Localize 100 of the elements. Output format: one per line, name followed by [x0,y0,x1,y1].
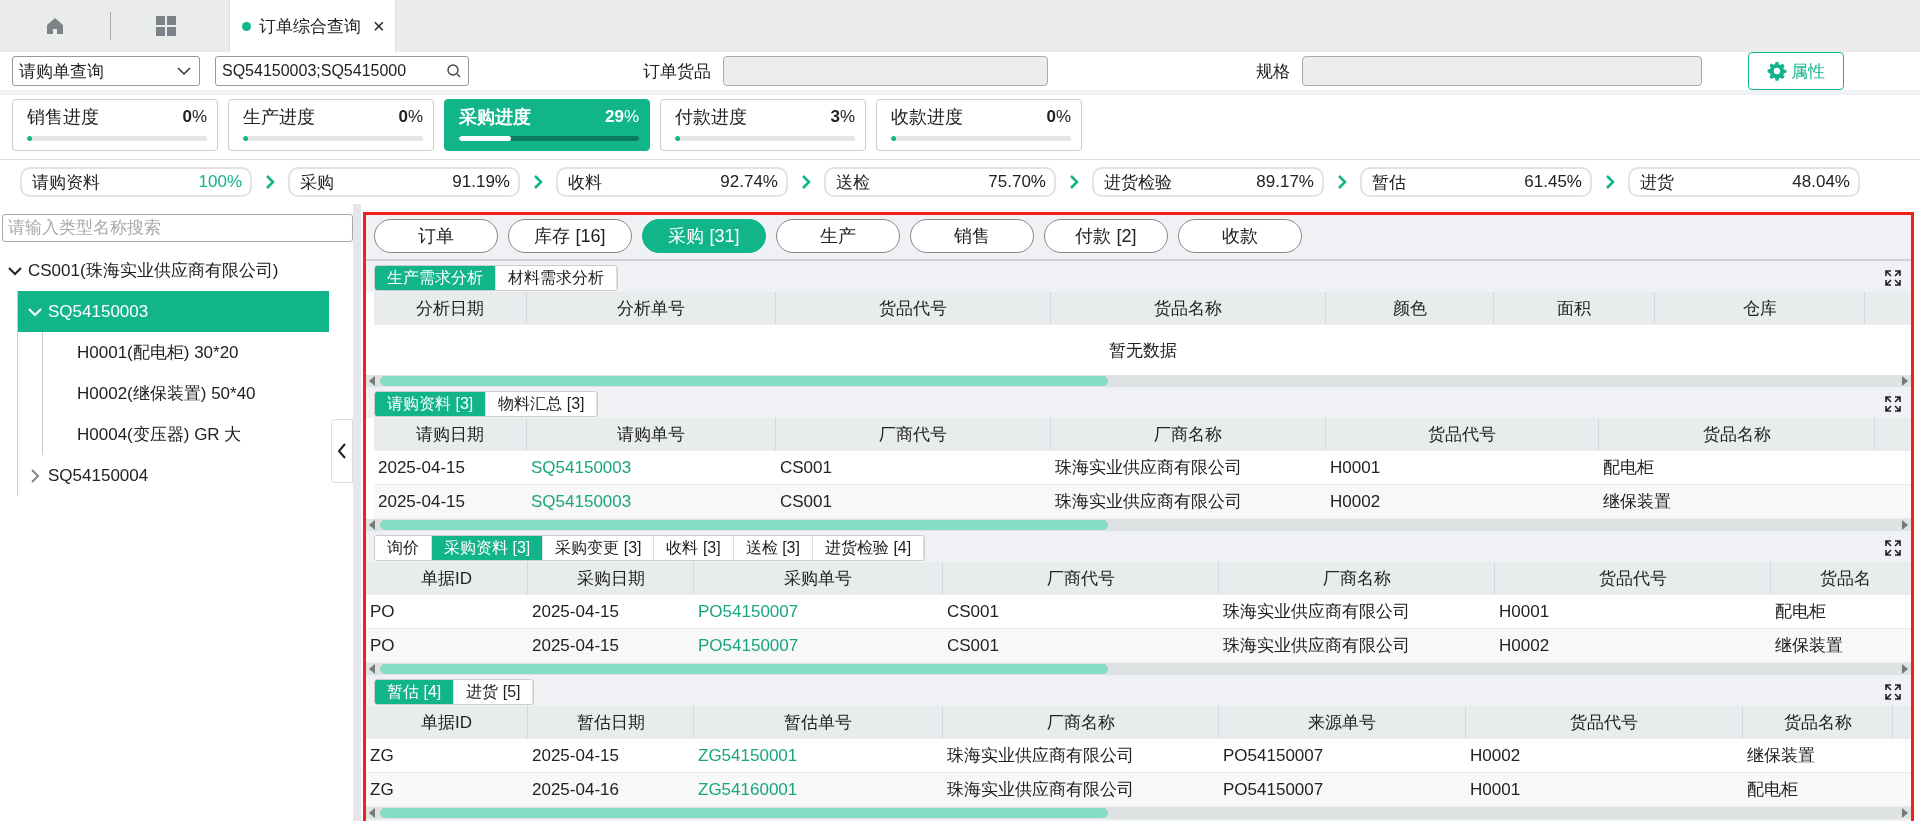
flow-step[interactable]: 进货 48.04% [1628,167,1860,197]
progress-card[interactable]: 付款进度 3% [660,99,866,151]
column-header[interactable]: 来源单号 [1219,706,1466,738]
flow-step[interactable]: 进货检验 89.17% [1092,167,1324,197]
step-percent: 92.74% [720,172,778,192]
column-header[interactable]: 厂商代号 [943,562,1219,594]
module-tab[interactable]: 收款 [1178,219,1302,253]
expand-icon[interactable] [1885,270,1901,286]
column-header[interactable]: 单据ID [366,706,528,738]
column-header[interactable]: 货品名 [1771,562,1911,594]
goods-label: 订单货品 [643,60,711,83]
step-percent: 89.17% [1256,172,1314,192]
column-header[interactable]: 厂商名称 [1051,418,1326,450]
scroll-right-icon[interactable] [1901,808,1909,818]
tab-label: 订单综合查询 [259,15,361,38]
module-tab[interactable]: 生产 [776,219,900,253]
column-header[interactable]: 货品名称 [1599,418,1875,450]
scroll-right-icon[interactable] [1901,520,1909,530]
scroll-left-icon[interactable] [368,808,376,818]
page-tab[interactable]: 订单综合查询 × [229,0,396,52]
step-percent: 75.70% [988,172,1046,192]
module-tab[interactable]: 销售 [910,219,1034,253]
progress-label: 生产进度 [243,106,315,129]
flow-step[interactable]: 请购资料 100% [20,167,252,197]
progress-value: 3% [830,107,855,127]
scroll-right-icon[interactable] [1901,376,1909,386]
column-header[interactable]: 厂商名称 [1219,562,1495,594]
column-header[interactable]: 货品代号 [1326,418,1599,450]
progress-label: 采购进度 [459,106,531,129]
step-percent: 48.04% [1792,172,1850,192]
tree-item[interactable]: H0001(配电柜) 30*20 [43,332,329,373]
horizontal-scrollbar[interactable] [366,375,1911,387]
column-header[interactable]: 面积 [1494,292,1655,324]
scroll-right-icon[interactable] [1901,664,1909,674]
column-header[interactable]: 分析日期 [374,292,527,324]
column-header[interactable]: 厂商名称 [943,706,1219,738]
horizontal-scrollbar[interactable] [366,807,1911,819]
progress-card[interactable]: 销售进度 0% [12,99,218,151]
column-header[interactable]: 货品代号 [1495,562,1771,594]
expand-icon[interactable] [1885,396,1901,412]
empty-message: 暂无数据 [1108,339,1177,362]
column-header[interactable]: 厂商代号 [776,418,1051,450]
progress-value: 0% [398,107,423,127]
table-cell-text: H0001 [1498,600,1551,623]
tree-item[interactable]: H0004(变压器) GR 大 [43,414,329,455]
column-header[interactable]: 颜色 [1326,292,1494,324]
flow-step[interactable]: 暂估 61.45% [1360,167,1592,197]
table-cell-text: 继保装置 [1602,491,1672,513]
table-cell-text: 2025-04-15 [377,490,466,513]
column-header[interactable]: 仓库 [1655,292,1865,324]
table-cell-text: 珠海实业供应商有限公司 [1222,635,1411,657]
flow-step[interactable]: 采购 91.19% [288,167,520,197]
expand-icon[interactable] [1885,684,1901,700]
flow-step[interactable]: 收料 92.74% [556,167,788,197]
column-header[interactable]: 货品名称 [1743,706,1893,738]
column-header[interactable]: 分析单号 [527,292,776,324]
table-cell-text: CS001 [946,600,1000,623]
query-type-select[interactable]: 请购单查询 [12,56,200,86]
column-header[interactable]: 货品代号 [776,292,1051,324]
sub-tab[interactable]: 询价 [375,536,432,560]
tree-item[interactable]: SQ54150004 [18,455,329,496]
progress-card[interactable]: 收款进度 0% [876,99,1082,151]
column-header[interactable]: 单据ID [366,562,528,594]
column-header[interactable]: 采购单号 [694,562,943,594]
column-header[interactable]: 暂估日期 [528,706,694,738]
horizontal-scrollbar[interactable] [366,519,1911,531]
collapse-button[interactable] [331,419,353,483]
module-tab[interactable]: 付款 [2] [1044,219,1168,253]
table-cell-text: H0001 [1469,778,1522,801]
scroll-left-icon[interactable] [368,520,376,530]
scroll-left-icon[interactable] [368,664,376,674]
tree-item[interactable]: CS001(珠海实业供应商有限公司) [0,250,329,291]
step-label: 送检 [836,171,870,194]
search-field[interactable]: SQ54150003;SQ5415000 [215,56,469,86]
horizontal-scrollbar[interactable] [366,663,1911,675]
progress-card[interactable]: 生产进度 0% [228,99,434,151]
column-header[interactable]: 货品代号 [1466,706,1743,738]
goods-field[interactable] [723,56,1048,86]
scroll-left-icon[interactable] [368,376,376,386]
module-tab[interactable]: 订单 [374,219,498,253]
table-cell-text: PO [369,600,396,623]
flow-step[interactable]: 送检 75.70% [824,167,1056,197]
spec-field[interactable] [1302,56,1702,86]
table-cell-text: 珠海实业供应商有限公司 [1054,457,1243,479]
column-header[interactable]: 暂估单号 [694,706,943,738]
column-header[interactable]: 请购日期 [374,418,527,450]
module-tab[interactable]: 库存 [16] [508,219,632,253]
expand-icon[interactable] [1885,540,1901,556]
table-cell-text: PO54150007 [1222,744,1325,767]
tree-search-field[interactable]: 请输入类型名称搜索 [2,214,353,242]
table-cell-text: CS001 [779,456,833,479]
step-percent: 91.19% [452,172,510,192]
close-icon[interactable]: × [373,14,385,38]
step-label: 采购 [300,171,334,194]
table-cell-text: 继保装置 [1774,635,1844,657]
step-label: 请购资料 [32,171,100,194]
column-header[interactable]: 货品名称 [1051,292,1326,324]
column-header[interactable]: 请购单号 [527,418,776,450]
tree-item[interactable]: H0002(继保装置) 50*40 [43,373,329,414]
column-header[interactable]: 采购日期 [528,562,694,594]
